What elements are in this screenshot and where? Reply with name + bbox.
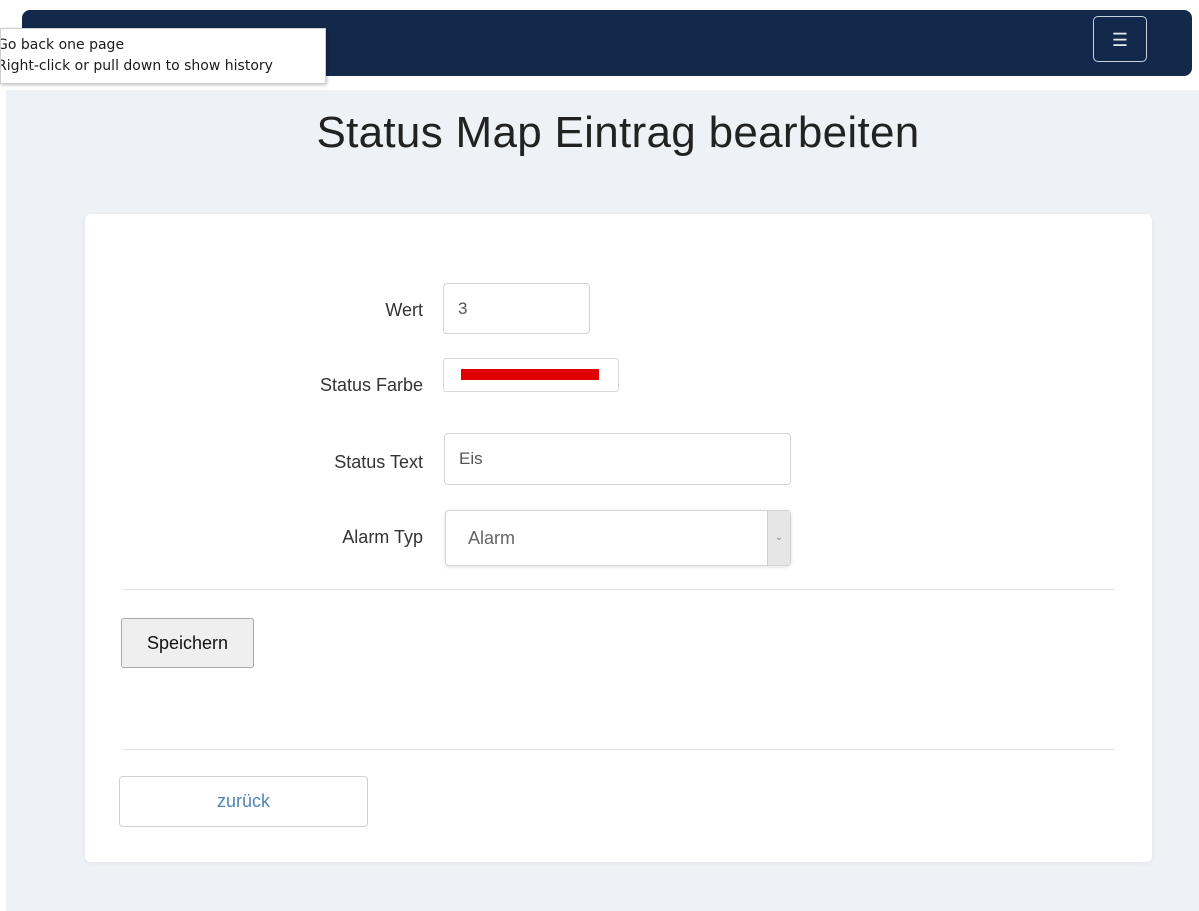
status-text-label: Status Text	[334, 452, 423, 472]
alarm-typ-selected-value: Alarm	[468, 528, 516, 548]
save-button[interactable]: Speichern	[121, 618, 254, 668]
chevron-down-icon: ⌄	[767, 511, 790, 565]
menu-toggle-button[interactable]: ☰	[1093, 16, 1147, 62]
hamburger-icon: ☰	[1111, 30, 1129, 50]
tooltip-line-2: Right-click or pull down to show history	[0, 58, 273, 74]
form-divider-top	[123, 589, 1115, 590]
status-farbe-label: Status Farbe	[319, 375, 423, 395]
back-button[interactable]: zurück	[119, 776, 368, 827]
wert-input[interactable]	[443, 283, 590, 334]
page: ☰ Go back one page Right-click or pull d…	[0, 0, 1199, 911]
wert-label: Wert	[385, 300, 423, 320]
form-divider-bottom	[123, 749, 1115, 750]
alarm-typ-label: Alarm Typ	[342, 527, 423, 547]
tooltip-line-1: Go back one page	[0, 37, 125, 53]
alarm-typ-select[interactable]: Alarm ⌄	[445, 510, 791, 566]
back-button-tooltip: Go back one page Right-click or pull dow…	[0, 28, 326, 84]
page-title: Status Map Eintrag bearbeiten	[316, 108, 920, 157]
status-text-input[interactable]	[444, 433, 791, 485]
edit-form-card: Wert Status Farbe Status Text Alarm Typ …	[85, 214, 1152, 862]
color-swatch	[461, 369, 599, 380]
status-color-picker[interactable]	[443, 358, 619, 392]
